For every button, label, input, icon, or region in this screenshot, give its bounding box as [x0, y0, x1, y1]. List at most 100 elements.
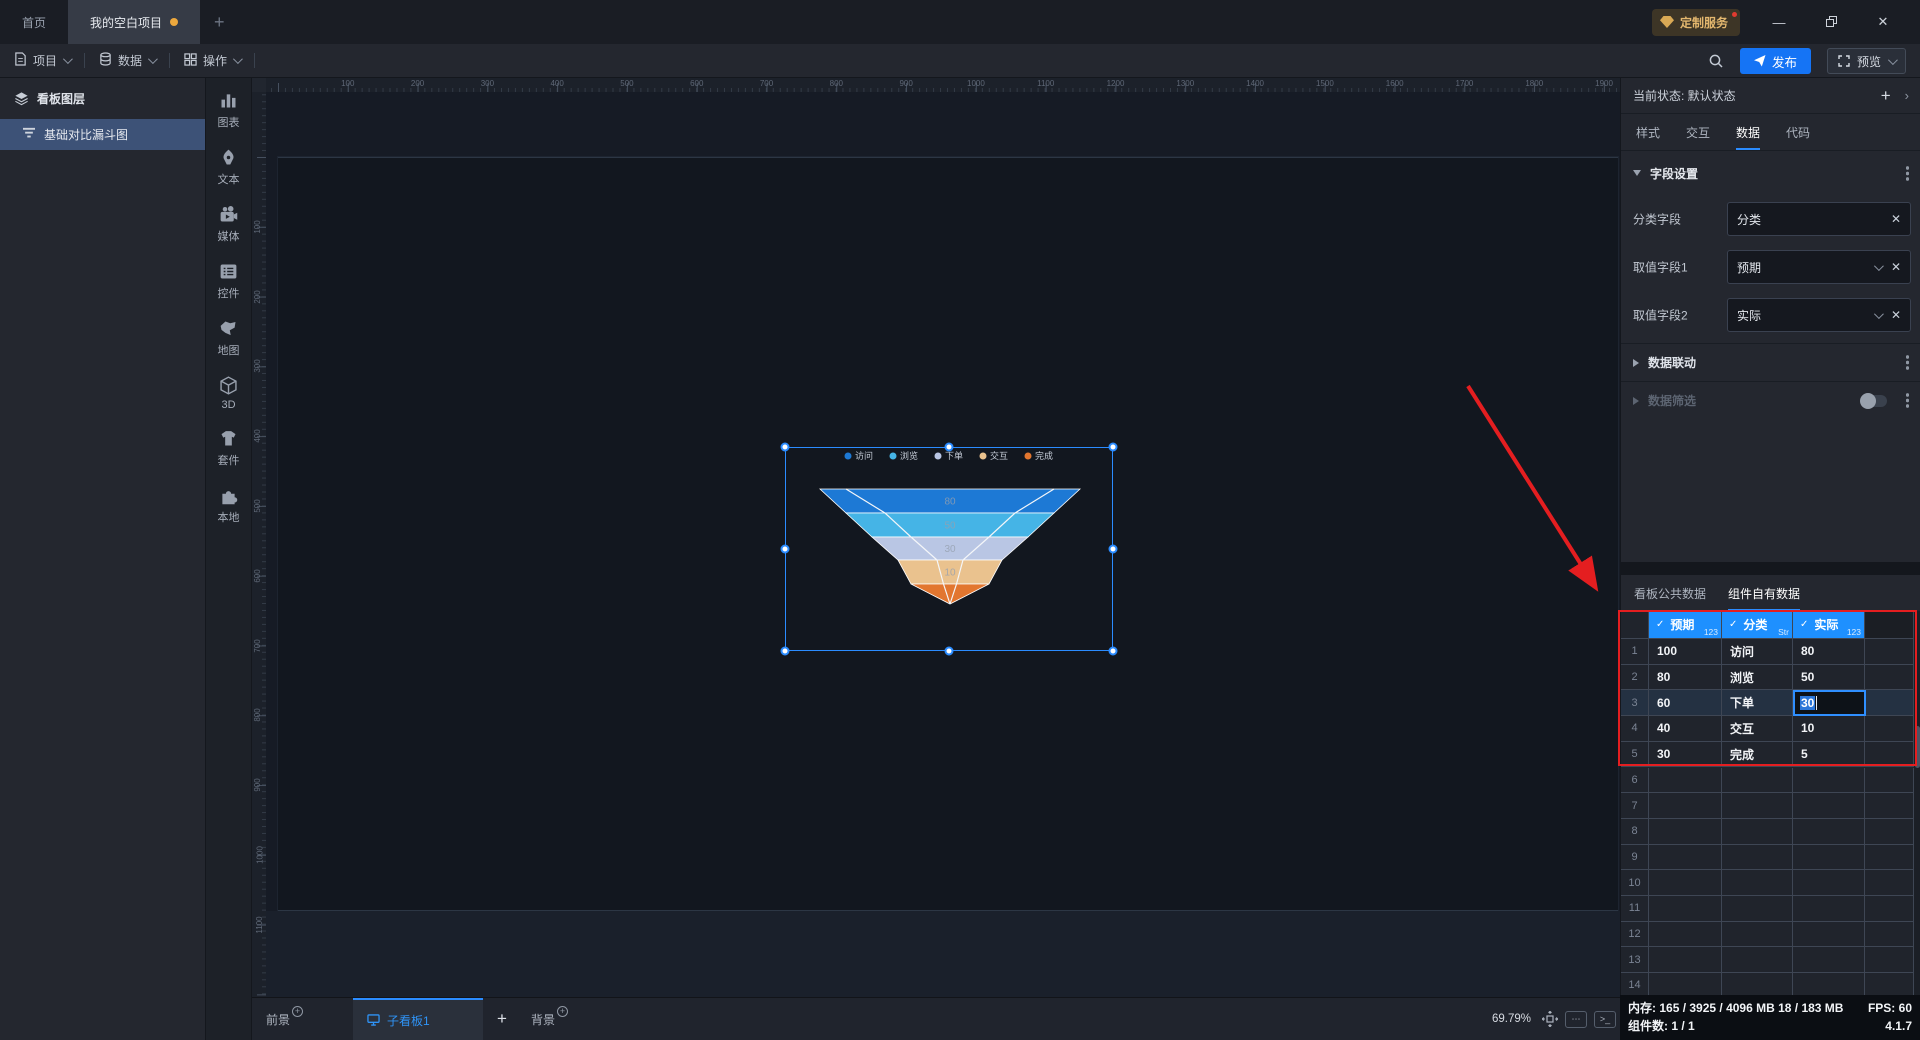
table-cell[interactable] — [1649, 844, 1722, 871]
table-cell[interactable] — [1649, 921, 1722, 948]
table-cell[interactable]: 浏览 — [1722, 664, 1793, 691]
table-cell[interactable]: 访问 — [1722, 639, 1793, 665]
zoom-level[interactable]: 69.79% — [1492, 1013, 1531, 1025]
selection-handle[interactable] — [944, 646, 954, 656]
table-cell[interactable] — [1722, 818, 1793, 845]
column-header-预期[interactable]: ✓ 预期 123 — [1649, 611, 1722, 639]
field-select[interactable]: 预期 ✕ — [1727, 250, 1911, 284]
table-cell[interactable] — [1793, 921, 1865, 948]
table-cell[interactable] — [1649, 947, 1722, 974]
table-cell[interactable] — [1865, 741, 1914, 768]
clear-field-icon[interactable]: ✕ — [1891, 212, 1901, 226]
kebab-menu-icon[interactable] — [1906, 355, 1909, 370]
dock-item-本地[interactable]: 本地 — [218, 485, 240, 525]
chevron-down-icon[interactable] — [1873, 260, 1884, 271]
table-cell[interactable]: 60 — [1649, 690, 1722, 717]
table-cell[interactable] — [1793, 973, 1865, 995]
table-cell[interactable] — [1793, 870, 1865, 896]
sub-board-tab[interactable]: 子看板1 — [353, 997, 484, 1040]
table-cell[interactable]: 80 — [1649, 664, 1722, 691]
funnel-chart-component[interactable]: 访问 浏览 下单 交互 完成 80 50 30 10 — [780, 442, 1118, 656]
table-cell[interactable] — [1722, 844, 1793, 871]
kebab-menu-icon[interactable] — [1906, 165, 1909, 181]
expand-states-icon[interactable]: › — [1905, 88, 1909, 103]
tab-代码[interactable]: 代码 — [1786, 114, 1810, 150]
layer-item[interactable]: 基础对比漏斗图 — [0, 119, 205, 150]
table-cell[interactable] — [1865, 844, 1914, 871]
table-cell[interactable]: 10 — [1793, 716, 1865, 742]
table-cell[interactable]: 完成 — [1722, 741, 1793, 768]
field-settings-section[interactable]: 字段设置 — [1621, 153, 1920, 193]
table-cell[interactable] — [1722, 921, 1793, 948]
tab-样式[interactable]: 样式 — [1636, 114, 1660, 150]
table-cell[interactable] — [1793, 767, 1865, 794]
toolbar-menu-2[interactable]: 数据 — [85, 44, 169, 77]
table-cell[interactable] — [1722, 793, 1793, 819]
table-cell[interactable] — [1865, 664, 1914, 691]
table-cell[interactable] — [1649, 793, 1722, 819]
chevron-down-icon[interactable] — [1873, 308, 1884, 319]
table-cell[interactable]: 40 — [1649, 716, 1722, 742]
dock-item-媒体[interactable]: 媒体 — [218, 204, 240, 244]
table-cell[interactable] — [1865, 639, 1914, 665]
restore-button[interactable] — [1818, 15, 1844, 30]
dock-item-地图[interactable]: 地图 — [218, 318, 240, 358]
background-button[interactable]: 背景 + — [521, 1005, 578, 1028]
dock-item-文本[interactable]: 文本 — [218, 147, 240, 187]
table-cell[interactable]: 30 — [1649, 741, 1722, 768]
new-project-tab-button[interactable]: + — [200, 0, 239, 44]
table-cell[interactable]: 80 — [1793, 639, 1865, 665]
preview-button[interactable]: 预览 — [1826, 48, 1906, 74]
selection-handle[interactable] — [944, 442, 954, 452]
data-tab-看板公共数据[interactable]: 看板公共数据 — [1634, 575, 1706, 611]
dock-item-控件[interactable]: 控件 — [218, 261, 240, 301]
add-foreground-icon[interactable]: + — [292, 1005, 304, 1017]
table-cell[interactable] — [1865, 921, 1914, 948]
table-cell[interactable] — [1649, 818, 1722, 845]
section-数据筛选[interactable]: 数据筛选 — [1621, 381, 1920, 419]
canvas[interactable]: 100 200 300 400 500 600 700 800 900 1000 1100 1200 1… — [252, 78, 1620, 1040]
table-cell[interactable] — [1865, 947, 1914, 974]
table-cell[interactable] — [1722, 973, 1793, 995]
selection-handle[interactable] — [780, 442, 790, 452]
selection-handle[interactable] — [1108, 442, 1118, 452]
selection-handle[interactable] — [1108, 544, 1118, 554]
table-cell[interactable] — [1722, 767, 1793, 794]
field-input[interactable]: 分类 ✕ — [1727, 202, 1911, 236]
shortcut-keys-icon[interactable]: ⋯ — [1565, 1010, 1587, 1028]
console-icon[interactable]: >_ — [1594, 1010, 1616, 1028]
table-cell[interactable] — [1722, 947, 1793, 974]
table-cell[interactable] — [1649, 896, 1722, 922]
minimize-button[interactable]: — — [1766, 15, 1792, 30]
table-scrollbar[interactable] — [1914, 611, 1920, 995]
toolbar-menu-3[interactable]: 操作 — [170, 44, 254, 77]
add-state-button[interactable]: + — [1881, 86, 1891, 106]
dock-item-3D[interactable]: 3D — [218, 375, 239, 411]
tab-数据[interactable]: 数据 — [1736, 114, 1761, 150]
table-cell[interactable] — [1793, 844, 1865, 871]
column-header-实际[interactable]: ✓ 实际 123 — [1793, 611, 1865, 639]
selection-handle[interactable] — [1108, 646, 1118, 656]
table-cell[interactable] — [1793, 818, 1865, 845]
table-cell[interactable] — [1793, 947, 1865, 974]
table-cell[interactable]: 下单 — [1722, 690, 1793, 717]
table-cell[interactable]: 交互 — [1722, 716, 1793, 742]
section-数据联动[interactable]: 数据联动 — [1621, 343, 1920, 381]
fit-screen-icon[interactable] — [1542, 1011, 1558, 1027]
table-cell[interactable] — [1793, 793, 1865, 819]
clear-field-icon[interactable]: ✕ — [1891, 308, 1901, 322]
dock-item-套件[interactable]: 套件 — [218, 428, 240, 468]
table-cell[interactable]: 5 — [1793, 741, 1865, 768]
toolbar-menu-1[interactable]: 项目 — [0, 44, 84, 77]
table-cell[interactable] — [1865, 767, 1914, 794]
field-select[interactable]: 实际 ✕ — [1727, 298, 1911, 332]
table-cell[interactable] — [1865, 716, 1914, 742]
section-toggle[interactable] — [1860, 392, 1887, 409]
table-cell[interactable] — [1793, 896, 1865, 922]
table-cell[interactable] — [1722, 870, 1793, 896]
selection-handle[interactable] — [780, 646, 790, 656]
table-cell[interactable] — [1722, 896, 1793, 922]
foreground-button[interactable]: 前景 + — [256, 1005, 313, 1028]
close-button[interactable]: ✕ — [1870, 14, 1896, 30]
table-cell[interactable]: 50 — [1793, 664, 1865, 691]
